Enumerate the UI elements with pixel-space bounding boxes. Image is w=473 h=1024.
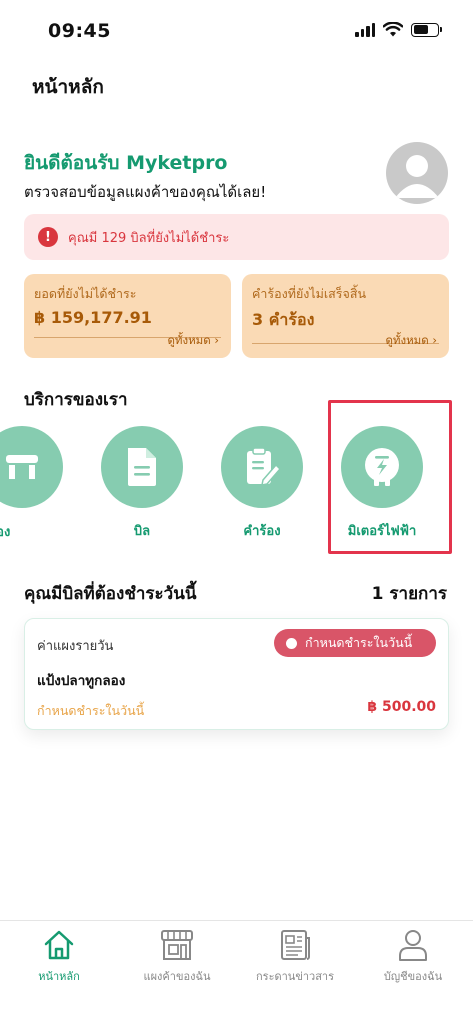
tab-label: กระดานข่าวสาร — [256, 970, 334, 983]
due-today-count: 1 รายการ — [371, 584, 447, 604]
requests-value: 3 คำร้อง — [252, 310, 315, 329]
store-icon — [161, 930, 193, 960]
service-circle — [221, 426, 303, 508]
clipboard-edit-icon — [247, 447, 281, 486]
status-bar: 09:45 — [0, 0, 473, 60]
bill-amount: ฿ 500.00 — [367, 699, 436, 715]
tab-label: แผงค้าของฉัน — [143, 970, 211, 983]
status-time: 09:45 — [48, 20, 111, 42]
service-circle — [101, 426, 183, 508]
bottom-tab-bar: หน้าหลัก แผงค้าของฉัน กระดานข่าวสาร บัญช… — [0, 920, 473, 1024]
bill-type: ค่าแผงรายวัน — [37, 639, 114, 654]
shop-name: แป้งปลาทูกลอง — [37, 673, 126, 689]
due-note: กำหนดชำระในวันนี้ — [37, 703, 145, 718]
service-label-bill: บิล — [133, 524, 151, 539]
store-icon — [6, 455, 38, 479]
unpaid-bills-alert[interactable]: ! คุณมี 129 บิลที่ยังไม่ได้ชำระ — [24, 214, 449, 260]
service-bill[interactable]: บิล — [97, 426, 187, 541]
due-today-title: คุณมีบิลที่ต้องชำระวันนี้ — [24, 584, 197, 604]
tab-label: หน้าหลัก — [38, 970, 80, 983]
requests-label: คำร้องที่ยังไม่เสร็จสิ้น — [252, 286, 367, 301]
partial-service-label: ฯของ น — [0, 525, 11, 540]
services-title: บริการของเรา — [24, 390, 128, 410]
newspaper-icon — [281, 930, 310, 960]
exclamation-icon: ! — [38, 227, 58, 247]
home-icon — [44, 930, 74, 960]
wifi-icon — [383, 22, 403, 37]
tab-label: บัญชีของฉัน — [383, 970, 443, 983]
badge-text: กำหนดชำระในวันนี้ — [305, 635, 413, 650]
service-label-request: คำร้อง — [243, 524, 281, 539]
user-placeholder-icon — [395, 155, 439, 198]
pending-requests-card[interactable]: คำร้องที่ยังไม่เสร็จสิ้น 3 คำร้อง ดูทั้ง… — [242, 274, 449, 358]
welcome-subtitle: ตรวจสอบข้อมูลแผงค้าของคุณได้เลย! — [24, 183, 267, 201]
service-item-partial[interactable]: ฯของ น — [0, 426, 64, 540]
highlight-box — [328, 400, 452, 554]
view-all-unpaid-link[interactable]: ดูทั้งหมด › — [167, 332, 219, 350]
unpaid-label: ยอดที่ยังไม่ได้ชำระ — [34, 286, 137, 301]
status-icons — [355, 22, 442, 37]
welcome-title: ยินดีต้อนรับ Myketpro — [24, 152, 228, 174]
unpaid-amount-card[interactable]: ยอดที่ยังไม่ได้ชำระ ฿ 159,177.91 ดูทั้งห… — [24, 274, 231, 358]
due-today-badge: กำหนดชำระในวันนี้ — [274, 629, 436, 657]
tab-news-board[interactable]: กระดานข่าวสาร — [236, 927, 354, 985]
document-icon — [128, 448, 156, 486]
service-request[interactable]: คำร้อง — [217, 426, 307, 541]
badge-dot-icon — [286, 637, 297, 649]
service-circle — [0, 426, 63, 508]
tab-my-account[interactable]: บัญชีของฉัน — [354, 927, 472, 985]
tab-home[interactable]: หน้าหลัก — [0, 927, 118, 985]
tab-my-stalls[interactable]: แผงค้าของฉัน — [118, 927, 236, 985]
battery-icon — [411, 22, 442, 37]
signal-icon — [355, 22, 375, 37]
avatar[interactable] — [386, 142, 448, 204]
unpaid-value: ฿ 159,177.91 — [34, 308, 152, 327]
view-all-requests-link[interactable]: ดูทั้งหมด › — [385, 332, 437, 350]
alert-text: คุณมี 129 บิลที่ยังไม่ได้ชำระ — [68, 230, 230, 246]
user-icon — [399, 930, 427, 961]
due-bill-card[interactable]: ค่าแผงรายวัน กำหนดชำระในวันนี้ แป้งปลาทู… — [24, 618, 449, 730]
page-title: หน้าหลัก — [32, 76, 104, 98]
